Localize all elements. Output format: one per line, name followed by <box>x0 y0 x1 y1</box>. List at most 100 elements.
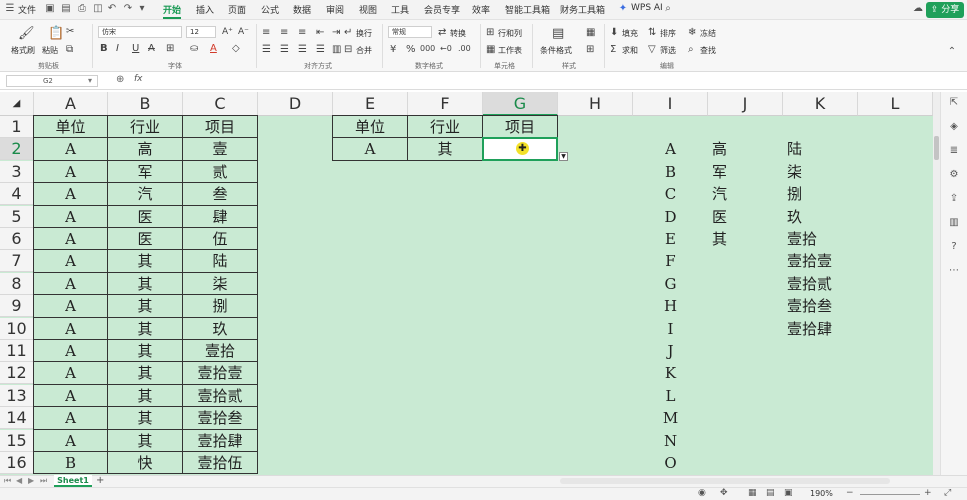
column-header-h[interactable]: H <box>558 92 633 116</box>
list-cell[interactable]: 其 <box>708 228 783 250</box>
rows-cols-button[interactable]: 行和列 <box>498 28 522 39</box>
table-cell[interactable]: 医 <box>108 228 183 251</box>
table-cell[interactable]: 壹 <box>183 138 258 161</box>
file-menu[interactable]: 文件 <box>18 3 36 16</box>
save-icon[interactable]: ▣ <box>44 3 56 15</box>
column-header-k[interactable]: K <box>783 92 858 116</box>
row-header-7[interactable]: 7 <box>0 250 34 273</box>
row-header-14[interactable]: 14 <box>0 407 34 430</box>
table-cell[interactable]: 汽 <box>108 183 183 206</box>
list-cell[interactable]: E <box>633 228 708 250</box>
next-sheet-icon[interactable]: ▶ <box>28 476 34 485</box>
table-cell[interactable]: 壹拾壹 <box>183 362 258 385</box>
list-cell[interactable]: 捌 <box>783 183 858 205</box>
lookup-cell[interactable]: A <box>333 138 408 161</box>
zoom-slider[interactable] <box>860 494 920 495</box>
table-cell[interactable]: 其 <box>108 317 183 340</box>
transform-icon[interactable]: ⚙ <box>947 168 961 182</box>
row-header-3[interactable]: 3 <box>0 160 34 183</box>
italic-icon[interactable]: I <box>116 43 119 54</box>
table-cell[interactable]: A <box>34 429 108 452</box>
convert-button[interactable]: 转换 <box>450 28 466 39</box>
wrap-button[interactable]: 换行 <box>356 28 372 39</box>
font-color-icon[interactable]: A <box>210 43 217 54</box>
table-cell[interactable]: 叁 <box>183 183 258 206</box>
row-header-10[interactable]: 10 <box>0 317 34 340</box>
horizontal-scrollbar[interactable] <box>560 478 890 484</box>
align-middle-icon[interactable]: ≡ <box>280 27 288 38</box>
tab-member[interactable]: 会员专享 <box>424 3 460 16</box>
worksheet-button[interactable]: 工作表 <box>498 45 522 56</box>
zoom-in-icon[interactable]: + <box>924 488 932 498</box>
share-button[interactable]: ⇪ 分享 <box>926 2 964 18</box>
table-cell[interactable]: 伍 <box>183 228 258 251</box>
vertical-scrollbar[interactable] <box>933 92 940 475</box>
library-icon[interactable]: ▥ <box>947 216 961 230</box>
more-icon[interactable]: ⋯ <box>947 264 961 278</box>
normal-view-icon[interactable]: ▦ <box>748 488 757 498</box>
table-cell[interactable]: 壹拾伍 <box>183 452 258 475</box>
redo-icon[interactable]: ↷ <box>122 3 134 15</box>
list-cell[interactable]: N <box>633 430 708 452</box>
tab-efficiency[interactable]: 效率 <box>472 3 490 16</box>
table-cell[interactable]: 玖 <box>183 317 258 340</box>
tab-view[interactable]: 视图 <box>359 3 377 16</box>
scrollbar-thumb[interactable] <box>934 136 939 160</box>
name-box[interactable]: G2 <box>6 75 98 87</box>
list-cell[interactable]: G <box>633 273 708 295</box>
thousands-icon[interactable]: 000 <box>420 44 435 53</box>
font-name-select[interactable]: 仿宋 <box>98 26 182 38</box>
table-cell[interactable]: A <box>34 317 108 340</box>
column-header-g[interactable]: G <box>483 92 558 116</box>
sum-button[interactable]: 求和 <box>622 45 638 56</box>
table-cell[interactable]: 快 <box>108 452 183 475</box>
export-pdf-icon[interactable]: ▤ <box>60 3 72 15</box>
percent-icon[interactable]: % <box>406 44 416 55</box>
column-header-i[interactable]: I <box>633 92 708 116</box>
tab-tools[interactable]: 工具 <box>391 3 409 16</box>
list-cell[interactable]: O <box>633 452 708 474</box>
table-cell[interactable]: 捌 <box>183 295 258 318</box>
font-size-select[interactable]: 12 <box>186 26 216 38</box>
tab-insert[interactable]: 插入 <box>196 3 214 16</box>
fill-color-icon[interactable]: ⛀ <box>190 43 198 54</box>
table-cell[interactable]: 其 <box>108 295 183 318</box>
column-header-c[interactable]: C <box>183 92 258 116</box>
zoom-out-icon[interactable]: − <box>846 488 854 498</box>
cell-style-icon[interactable]: ▦ <box>586 27 595 38</box>
table-cell[interactable]: 其 <box>108 272 183 296</box>
align-center-icon[interactable]: ☰ <box>280 44 289 55</box>
row-header-9[interactable]: 9 <box>0 295 34 318</box>
list-cell[interactable]: F <box>633 250 708 272</box>
quick-access-dropdown-icon[interactable]: ▾ <box>136 3 148 15</box>
page-layout-icon[interactable]: ▤ <box>766 488 775 498</box>
list-cell[interactable]: 汽 <box>708 183 783 205</box>
list-cell[interactable]: B <box>633 161 708 183</box>
list-cell[interactable]: K <box>633 362 708 384</box>
font-grow-icon[interactable]: A⁺ <box>222 27 233 37</box>
underline-icon[interactable]: U <box>132 43 139 54</box>
freeze-button[interactable]: 冻结 <box>700 28 716 39</box>
sliders-icon[interactable]: ≣ <box>947 144 961 158</box>
tab-smart-toolbox[interactable]: 智能工具箱 <box>505 3 550 16</box>
list-cell[interactable]: 壹拾肆 <box>783 318 858 340</box>
column-header-d[interactable]: D <box>258 92 333 116</box>
row-header-1[interactable]: 1 <box>0 116 34 138</box>
justify-icon[interactable]: ☰ <box>316 44 325 55</box>
table-cell[interactable]: 壹拾贰 <box>183 384 258 408</box>
column-header-a[interactable]: A <box>34 92 108 116</box>
backup-icon[interactable]: ⇪ <box>947 192 961 206</box>
fullscreen-icon[interactable]: ⤢ <box>944 488 951 498</box>
table-cell[interactable]: B <box>34 452 108 475</box>
lookup-cell[interactable]: 其 <box>408 138 483 161</box>
formula-input[interactable] <box>150 74 930 88</box>
tab-page[interactable]: 页面 <box>228 3 246 16</box>
find-button[interactable]: 查找 <box>700 45 716 56</box>
header-cell[interactable]: 单位 <box>34 116 108 139</box>
table-cell[interactable]: 壹拾 <box>183 340 258 363</box>
print-icon[interactable]: ⎙ <box>76 3 88 15</box>
row-header-2[interactable]: 2 <box>0 138 34 161</box>
zoom-level[interactable]: 190% <box>810 489 833 498</box>
column-header-f[interactable]: F <box>408 92 483 116</box>
row-header-16[interactable]: 16 <box>0 452 34 474</box>
